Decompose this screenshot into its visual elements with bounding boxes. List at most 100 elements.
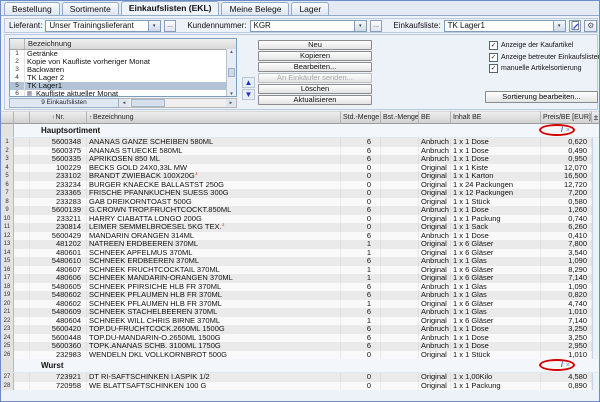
table-row[interactable]: 17480606SCHNEEK MANDARIN-ORANGEN 370ML1O… <box>1 274 600 283</box>
table-row[interactable]: 195480602SCHNEEK PFLAUMEN HLB FR 370ML6A… <box>1 291 600 300</box>
column-header-be[interactable]: BE <box>419 111 451 124</box>
checkbox-icon[interactable]: ✓ <box>489 53 498 62</box>
move-down-button[interactable]: ▼ <box>242 89 255 100</box>
table-row[interactable]: 15600348ANANAS GANZE SCHEIBEN 580ML6Anbr… <box>1 138 600 147</box>
bezeichnung-cell: TOP.DU-FRUCHTCOCK.2650ML 1500G <box>87 325 341 334</box>
bezeichnung-cell: HARRY CIABATTA LONGO 200G <box>87 215 341 224</box>
tab-meine-belege[interactable]: Meine Belege <box>221 2 289 15</box>
scrollbar-thumb[interactable] <box>131 99 165 107</box>
table-row[interactable]: 27723921DT RI-SAFTSCHINKEN I.ASPIK 1/20O… <box>1 373 600 382</box>
list-item[interactable]: 4TK Lager 2 <box>10 74 236 82</box>
table-row[interactable]: 25600375ANANAS STUECKE 580ML6Anbruch1 x … <box>1 147 600 156</box>
table-row[interactable]: 245600448TOP.DU-MANDARIN-O.2650ML 1500G6… <box>1 334 600 343</box>
sortierung-bearbeiten-button[interactable]: Sortierung bearbeiten... <box>485 91 598 103</box>
kundennummer-more-button[interactable]: ... <box>370 20 383 32</box>
table-row[interactable]: 125600429MANDARIN ORANGEN 314ML6Anbruch1… <box>1 232 600 241</box>
std-menge-cell: 6 <box>341 325 381 334</box>
column-control-icon[interactable]: ± <box>592 111 600 124</box>
table-row[interactable]: 11230814LEIMER SEMMELBROESEL 5KG TEX.10O… <box>1 223 600 232</box>
list-header[interactable]: Bezeichnung <box>10 39 236 50</box>
preis-cell: 12,720 <box>541 181 592 190</box>
delete-group-icon[interactable]: × <box>566 359 570 372</box>
list-item[interactable]: 5TK Lager1 <box>10 82 236 90</box>
löschen-button[interactable]: Löschen <box>258 84 372 94</box>
table-row[interactable]: 215480609SCHNEEK STACHELBEEREN 370ML6Anb… <box>1 308 600 317</box>
bst-menge-cell <box>381 172 419 181</box>
tab-einkaufslisten-ekl[interactable]: Einkaufslisten (EKL) <box>121 1 220 15</box>
bearbeiten-button[interactable]: Bearbeiten... <box>258 62 372 72</box>
inhalt-be-cell: 1 x 1 Glas <box>451 283 541 292</box>
checkbox-anzeige-betreuter-einkaufslisten[interactable]: ✓Anzeige betreuter Einkaufslisten <box>489 53 600 62</box>
list-item-label: Backwaren <box>25 66 64 74</box>
column-header-preis[interactable]: Preis/BE [EUR] <box>541 111 592 124</box>
chevron-down-icon[interactable]: ▾ <box>553 21 565 31</box>
row-number-cell: 18 <box>1 283 14 292</box>
table-row[interactable]: 26232983WENDELN DKL VOLLKORNBROT 500G0Or… <box>1 351 600 360</box>
lieferant-more-button[interactable]: ... <box>164 20 177 32</box>
table-row[interactable]: 16480607SCHNEEK FRUCHTCOCKTAIL 370ML1Ori… <box>1 266 600 275</box>
table-row[interactable]: 8233283GAB DREIKORNTOAST 500G0Original1 … <box>1 198 600 207</box>
table-row[interactable]: 14480601SCHNEEK APFELMUS 370ML1Original1… <box>1 249 600 258</box>
table-row[interactable]: 255600360TOPK.ANANAS SCHB. 3100ML 1750G6… <box>1 342 600 351</box>
column-header-std-menge[interactable]: Std.-Menge <box>341 111 381 124</box>
tab-lager[interactable]: Lager <box>291 2 329 15</box>
be-cell: Anbruch <box>419 147 451 156</box>
column-header-inhalt-be[interactable]: Inhalt BE <box>451 111 541 124</box>
nr-cell: 480601 <box>30 249 87 258</box>
edit-group-icon[interactable]: / <box>561 359 563 372</box>
settings-gear-button[interactable]: ⚙ <box>584 20 597 32</box>
neu-button[interactable]: Neu <box>258 40 372 50</box>
table-row[interactable]: 235600420TOP.DU-FRUCHTCOCK.2650ML 1500G6… <box>1 325 600 334</box>
table-row[interactable]: 6233234BURGER KNAECKE BALLASTST 250G0Ori… <box>1 181 600 190</box>
scrollbar-track[interactable] <box>129 99 226 107</box>
table-row[interactable]: 185480605SCHNEEK PFIRSICHE HLB FR 370ML6… <box>1 283 600 292</box>
table-row[interactable]: 7233365FRISCHE PFANNKUCHEN SUESS 300G0Or… <box>1 189 600 198</box>
table-row[interactable]: 4100229BECKS GOLD 24X0,33L MW0Original1 … <box>1 164 600 173</box>
table-row[interactable]: 20480602SCHNEEK PFLAUMEN HLB FR 370ML1Or… <box>1 300 600 309</box>
scrollbar-thumb[interactable] <box>228 68 235 77</box>
einkaufsliste-combo[interactable]: TK Lager1 ▾ <box>444 20 566 32</box>
checkbox-icon[interactable]: ✓ <box>489 41 498 50</box>
table-row[interactable]: 5233102BRANDT ZWIEBACK 100X20G10Original… <box>1 172 600 181</box>
checkbox-anzeige-der-kaufartikel[interactable]: ✓Anzeige der Kaufartikel <box>489 41 600 50</box>
move-up-button[interactable]: ▲ <box>242 77 255 88</box>
scroll-down-icon[interactable]: ▼ <box>229 91 233 96</box>
chevron-down-icon[interactable]: ▾ <box>354 21 366 31</box>
column-header-nr[interactable]: ↑Nr. <box>30 111 87 124</box>
tab-bestellung[interactable]: Bestellung <box>4 2 60 15</box>
list-item[interactable]: 1Getränke <box>10 50 236 58</box>
delete-group-icon[interactable]: × <box>566 124 570 137</box>
scroll-right-icon[interactable]: ► <box>226 99 236 107</box>
list-item[interactable]: 2Kopie von Kaufliste vorheriger Monat <box>10 58 236 66</box>
table-row[interactable]: 10233211HARRY CIABATTA LONGO 200G0Origin… <box>1 215 600 224</box>
lieferant-combo[interactable]: Unser Trainingslieferant ▾ <box>45 20 160 32</box>
scroll-left-icon[interactable]: ◄ <box>119 99 129 107</box>
scroll-strip-cell <box>592 342 600 351</box>
list-item[interactable]: 3Backwaren <box>10 66 236 74</box>
table-row[interactable]: 13481202NATREEN ERDBEEREN 370ML1Original… <box>1 240 600 249</box>
column-header-bst-menge[interactable]: Bst.-Menge <box>381 111 419 124</box>
table-row[interactable]: 155480610SCHNEEK ERDBEEREN 370ML6Anbruch… <box>1 257 600 266</box>
edit-list-icon-button[interactable] <box>569 20 582 32</box>
std-menge-cell: 0 <box>341 189 381 198</box>
list-item[interactable]: 6▦Kaufliste aktueller Monat <box>10 90 236 97</box>
list-vertical-scrollbar[interactable]: ▲ ▼ <box>226 49 236 96</box>
column-header-bezeichnung[interactable]: ↑Bezeichnung <box>87 111 341 124</box>
chevron-down-icon[interactable]: ▾ <box>148 21 160 31</box>
checkbox-manuelle-artikelsortierung[interactable]: ✓manuelle Artikelsortierung <box>489 64 600 73</box>
checkbox-icon[interactable]: ✓ <box>489 64 498 73</box>
list-horizontal-scrollbar[interactable]: ◄ ► <box>119 98 237 108</box>
row-number-cell: 10 <box>1 215 14 224</box>
options-checkboxes: ✓Anzeige der Kaufartikel ✓Anzeige betreut… <box>489 41 600 73</box>
edit-group-icon[interactable]: / <box>561 124 563 137</box>
table-row[interactable]: 95600139G.CROWN TROP.FRUCHTCOCKT.850ML6A… <box>1 206 600 215</box>
table-row[interactable]: 35600335APRIKOSEN 850 ML6Anbruch1 x 1 Do… <box>1 155 600 164</box>
scroll-up-icon[interactable]: ▲ <box>229 49 233 54</box>
kopieren-button[interactable]: Kopieren <box>258 51 372 61</box>
tab-sortimente[interactable]: Sortimente <box>62 2 119 15</box>
table-row[interactable]: 22480604SCHNEEK WILL CHRIS BIRNE 370ML1O… <box>1 317 600 326</box>
an-einkäufer-senden-button[interactable]: An Einkäufer senden... <box>258 73 372 83</box>
table-row[interactable]: 28720958WE BLATTSAFTSCHINKEN 100 G0Origi… <box>1 382 600 391</box>
aktualisieren-button[interactable]: Aktualisieren <box>258 95 372 105</box>
kundennummer-combo[interactable]: KGR ▾ <box>250 20 367 32</box>
